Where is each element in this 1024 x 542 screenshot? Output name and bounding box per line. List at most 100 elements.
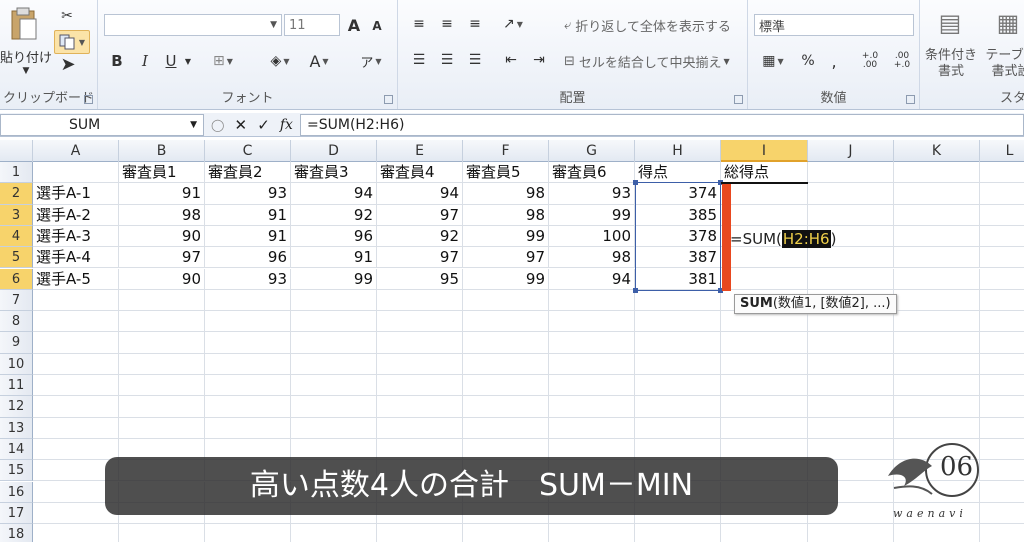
increase-decimal-button[interactable]: +.0 .00 [856,50,884,72]
cell-g2[interactable]: 93 [549,183,635,205]
cell-d4[interactable]: 96 [291,225,377,248]
merge-center-button[interactable]: ⊟ セルを結合して中央揃え ▼ [564,50,744,72]
cell-k18[interactable] [894,524,980,542]
cell-e8[interactable] [377,311,463,333]
cell-e18[interactable] [377,524,463,542]
cell-e10[interactable] [377,353,463,375]
cell-k9[interactable] [894,332,980,354]
column-header-g[interactable]: G [549,140,635,162]
cell-l12[interactable] [980,396,1024,418]
row-header-13[interactable]: 13 [0,417,33,439]
cell-c10[interactable] [205,353,291,375]
cell-g4[interactable]: 100 [549,225,635,248]
cell-h3[interactable]: 385 [635,204,721,226]
formula-dropdown-icon[interactable]: ◯ [211,118,224,132]
cell-b5[interactable]: 97 [119,247,205,269]
cell-c2[interactable]: 93 [205,183,291,205]
cell-h4[interactable]: 378 [635,225,721,248]
bold-button[interactable]: B [106,50,128,72]
italic-button[interactable]: I [134,50,156,72]
cell-b11[interactable] [119,375,205,397]
cell-b9[interactable] [119,332,205,354]
cell-h5[interactable]: 387 [635,247,721,269]
cell-g11[interactable] [549,375,635,397]
column-header-f[interactable]: F [463,140,549,162]
cell-c7[interactable] [205,289,291,312]
row-header-17[interactable]: 17 [0,502,33,525]
cell-e1[interactable]: 審査員4 [377,162,463,184]
percent-button[interactable]: % [798,50,818,72]
cell-b1[interactable]: 審査員1 [119,162,205,184]
currency-icon[interactable]: ▦ ▼ [756,50,790,72]
cell-a3[interactable]: 選手A-2 [33,204,119,226]
conditional-format-button[interactable]: 条件付き 書式 [922,46,980,82]
cut-icon[interactable]: ✂ [56,6,78,26]
cell-b3[interactable]: 98 [119,204,205,226]
cell-i2[interactable] [721,183,808,205]
row-header-6[interactable]: 6 [0,268,33,290]
number-launcher-icon[interactable] [906,95,915,104]
cell-h2[interactable]: 374 [635,183,721,205]
cell-l6[interactable] [980,269,1024,290]
cell-l7[interactable] [980,290,1024,312]
underline-dropdown-icon[interactable]: ▼ [182,50,194,72]
cell-l8[interactable] [980,311,1024,333]
cell-c5[interactable]: 96 [205,247,291,269]
cell-f3[interactable]: 98 [463,204,549,226]
table-format-button[interactable]: テーブル 書式設 [982,46,1024,82]
cell-f18[interactable] [463,524,549,542]
cell-d6[interactable]: 99 [291,268,377,290]
row-header-8[interactable]: 8 [0,311,33,333]
row-header-15[interactable]: 15 [0,460,33,482]
cell-i13[interactable] [721,417,808,439]
table-format-icon[interactable]: ▦ [990,6,1024,40]
cell-f4[interactable]: 99 [463,225,549,248]
tooltip-function-name[interactable]: SUM [740,296,773,311]
cell-k1[interactable] [894,162,980,184]
cell-l2[interactable] [980,183,1024,205]
column-header-c[interactable]: C [205,140,291,162]
cell-b6[interactable]: 90 [119,268,205,290]
cell-b18[interactable] [119,524,205,542]
cell-j5[interactable] [808,247,894,269]
cell-c18[interactable] [205,524,291,542]
cell-a4[interactable]: 選手A-3 [33,225,119,248]
align-bottom-icon[interactable]: ≡ [464,14,486,34]
font-color-button[interactable]: A ▼ [302,50,336,72]
cell-d18[interactable] [291,524,377,542]
cell-a8[interactable] [33,311,119,333]
cell-k8[interactable] [894,311,980,333]
enter-icon[interactable]: ✓ [257,116,270,134]
cell-g10[interactable] [549,353,635,375]
cell-k6[interactable] [894,268,980,290]
align-left-icon[interactable]: ☰ [408,50,430,70]
cell-h8[interactable] [635,311,721,333]
cell-d9[interactable] [291,332,377,354]
cell-g12[interactable] [549,396,635,418]
cell-e4[interactable]: 92 [377,225,463,248]
paste-dropdown-icon[interactable]: ▼ [18,64,34,78]
cell-g6[interactable]: 94 [549,268,635,290]
cell-a2[interactable]: 選手A-1 [33,183,119,205]
cell-j2[interactable] [808,183,894,205]
cell-h10[interactable] [635,353,721,375]
cell-k2[interactable] [894,183,980,205]
row-header-7[interactable]: 7 [0,289,33,312]
cell-l4[interactable] [980,226,1024,248]
cell-i10[interactable] [721,353,808,375]
cell-f1[interactable]: 審査員5 [463,162,549,184]
comma-button[interactable]: , [824,50,844,72]
cell-b8[interactable] [119,311,205,333]
grow-font-button[interactable]: A [344,14,364,36]
cell-k3[interactable] [894,204,980,226]
font-launcher-icon[interactable] [384,95,393,104]
border-icon[interactable]: ⊞ ▼ [208,50,238,72]
cell-j3[interactable] [808,204,894,226]
decrease-indent-icon[interactable]: ⇤ [500,50,522,70]
cell-e11[interactable] [377,375,463,397]
cell-i5[interactable] [721,247,808,269]
cell-g18[interactable] [549,524,635,542]
cell-e7[interactable] [377,289,463,312]
cell-i6[interactable] [721,268,808,290]
cancel-icon[interactable]: ✕ [235,116,248,134]
